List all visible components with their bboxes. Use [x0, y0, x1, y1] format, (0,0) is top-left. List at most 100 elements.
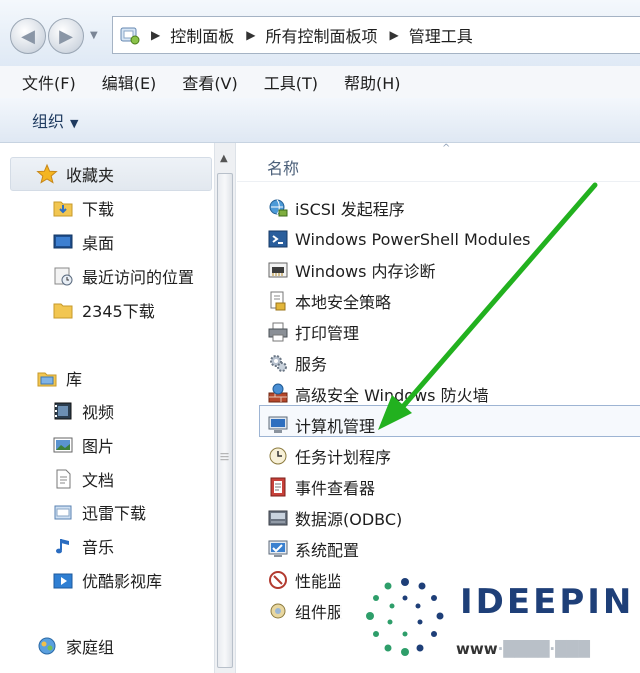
recent-pages-dropdown-icon[interactable]: ▼	[90, 30, 98, 41]
item-label: 本地安全策略	[295, 293, 392, 312]
item-label: 服务	[295, 355, 328, 374]
nav-item-recent-places[interactable]: 最近访问的位置	[52, 263, 194, 289]
breadcrumb-item-admin-tools[interactable]: 管理工具	[409, 23, 473, 47]
breadcrumb[interactable]: ▶ 控制面板 ▶ 所有控制面板项 ▶ 管理工具	[112, 16, 640, 54]
navigation-pane: 收藏夹 下载 桌面 最近访问的位置 2345下载 库 视频 图片 文档 迅雷下载…	[0, 143, 214, 673]
list-item-firewall[interactable]: 高级安全 Windows 防火墙	[267, 380, 489, 408]
nav-item-music[interactable]: 音乐	[52, 533, 114, 559]
organize-button[interactable]: 组织 ▼	[32, 108, 78, 132]
pictures-library-icon	[53, 437, 73, 453]
library-icon	[37, 372, 57, 387]
component-services-icon	[270, 603, 286, 619]
breadcrumb-separator[interactable]: ▶	[151, 28, 160, 42]
system-config-icon	[268, 540, 288, 557]
breadcrumb-item-all-items[interactable]: 所有控制面板项	[265, 23, 377, 47]
scrollbar-thumb[interactable]	[217, 173, 233, 668]
nav-label: 文档	[82, 471, 115, 490]
list-item-memory-diagnostic[interactable]: Windows 内存诊断	[267, 256, 436, 284]
nav-label: 最近访问的位置	[82, 268, 195, 287]
menu-help[interactable]: 帮助(H)	[344, 70, 401, 94]
video-library-icon	[54, 402, 72, 420]
menu-tools[interactable]: 工具(T)	[264, 70, 318, 94]
printer-icon	[268, 322, 288, 342]
forward-arrow-icon: ▶	[59, 25, 73, 47]
item-label: 性能监	[295, 572, 344, 591]
item-label: 组件服	[295, 603, 344, 622]
list-item-component-services[interactable]: 组件服	[267, 597, 343, 625]
nav-label: 图片	[82, 437, 115, 456]
watermark-url: www·████·███	[456, 640, 590, 658]
watermark-url-prefix: www	[456, 640, 498, 658]
column-header-name[interactable]: 名称	[267, 155, 299, 179]
item-label: 计算机管理	[295, 417, 376, 436]
forward-button[interactable]: ▶	[48, 18, 84, 54]
sort-ascending-icon: ^	[442, 143, 451, 154]
gears-icon	[270, 355, 287, 372]
list-item-system-config[interactable]: 系统配置	[267, 535, 359, 563]
powershell-icon	[268, 230, 288, 248]
folder-icon	[53, 303, 73, 319]
column-divider	[237, 181, 640, 182]
star-icon	[36, 163, 58, 184]
video-folder-icon	[53, 573, 73, 589]
item-label: 打印管理	[295, 324, 360, 343]
list-item-performance-monitor[interactable]: 性能监	[267, 566, 343, 594]
nav-item-youku-library[interactable]: 优酷影视库	[52, 567, 162, 593]
nav-item-favorites[interactable]: 收藏夹	[36, 161, 114, 187]
nav-label: 家庭组	[66, 638, 115, 657]
performance-monitor-icon	[269, 571, 287, 589]
list-item-task-scheduler[interactable]: 任务计划程序	[267, 442, 391, 470]
nav-item-documents[interactable]: 文档	[52, 466, 114, 492]
nav-item-videos[interactable]: 视频	[52, 398, 114, 424]
item-label: Windows 内存诊断	[295, 262, 436, 281]
nav-scrollbar[interactable]: ▲ — — —	[214, 143, 236, 673]
watermark-brand: IDEEPIN	[460, 582, 635, 622]
nav-label: 视频	[82, 403, 115, 422]
back-arrow-icon: ◀	[21, 25, 35, 47]
nav-item-homegroup[interactable]: 家庭组	[36, 633, 114, 659]
organize-label: 组织	[32, 112, 65, 131]
watermark-url-blurred: ·████·███	[497, 640, 590, 658]
menu-file[interactable]: 文件(F)	[22, 70, 76, 94]
nav-item-desktop[interactable]: 桌面	[52, 229, 114, 255]
menu-bar: 文件(F) 编辑(E) 查看(V) 工具(T) 帮助(H)	[0, 66, 640, 99]
command-bar: 组织 ▼	[0, 98, 640, 143]
memory-chip-icon	[268, 262, 288, 278]
documents-library-icon	[56, 469, 71, 489]
item-label: 数据源(ODBC)	[295, 510, 403, 529]
item-label: 系统配置	[295, 541, 360, 560]
library-folder-icon	[54, 505, 72, 520]
scroll-up-icon[interactable]: ▲	[220, 153, 228, 164]
iscsi-globe-icon	[269, 199, 288, 217]
list-item-event-viewer[interactable]: 事件查看器	[267, 473, 375, 501]
menu-view[interactable]: 查看(V)	[182, 70, 237, 94]
breadcrumb-separator[interactable]: ▶	[390, 28, 399, 42]
breadcrumb-item-control-panel[interactable]: 控制面板	[170, 23, 234, 47]
list-item-odbc[interactable]: 数据源(ODBC)	[267, 504, 402, 532]
nav-label: 库	[66, 370, 83, 389]
list-item-services[interactable]: 服务	[267, 349, 327, 377]
nav-item-2345-downloads[interactable]: 2345下载	[52, 297, 155, 323]
recent-places-icon	[54, 267, 73, 286]
nav-item-pictures[interactable]: 图片	[52, 432, 114, 458]
breadcrumb-separator[interactable]: ▶	[246, 28, 255, 42]
caret-down-icon: ▼	[70, 117, 79, 130]
nav-item-library[interactable]: 库	[36, 365, 82, 391]
back-button[interactable]: ◀	[10, 18, 46, 54]
downloads-folder-icon	[53, 201, 73, 217]
nav-item-xunlei-downloads[interactable]: 迅雷下载	[52, 499, 146, 525]
computer-management-icon	[268, 416, 288, 433]
menu-edit[interactable]: 编辑(E)	[102, 70, 157, 94]
security-policy-icon	[270, 291, 286, 311]
list-item-computer-management[interactable]: 计算机管理	[267, 411, 375, 439]
event-viewer-icon	[270, 477, 286, 497]
list-item-iscsi[interactable]: iSCSI 发起程序	[267, 194, 405, 222]
nav-item-downloads[interactable]: 下载	[52, 195, 114, 221]
item-label: 高级安全 Windows 防火墙	[295, 386, 489, 405]
nav-label: 2345下载	[82, 302, 155, 321]
nav-label: 音乐	[82, 538, 115, 557]
list-item-powershell[interactable]: Windows PowerShell Modules	[267, 225, 531, 253]
list-item-local-security-policy[interactable]: 本地安全策略	[267, 287, 391, 315]
data-source-icon	[268, 510, 288, 526]
list-item-print-management[interactable]: 打印管理	[267, 318, 359, 346]
